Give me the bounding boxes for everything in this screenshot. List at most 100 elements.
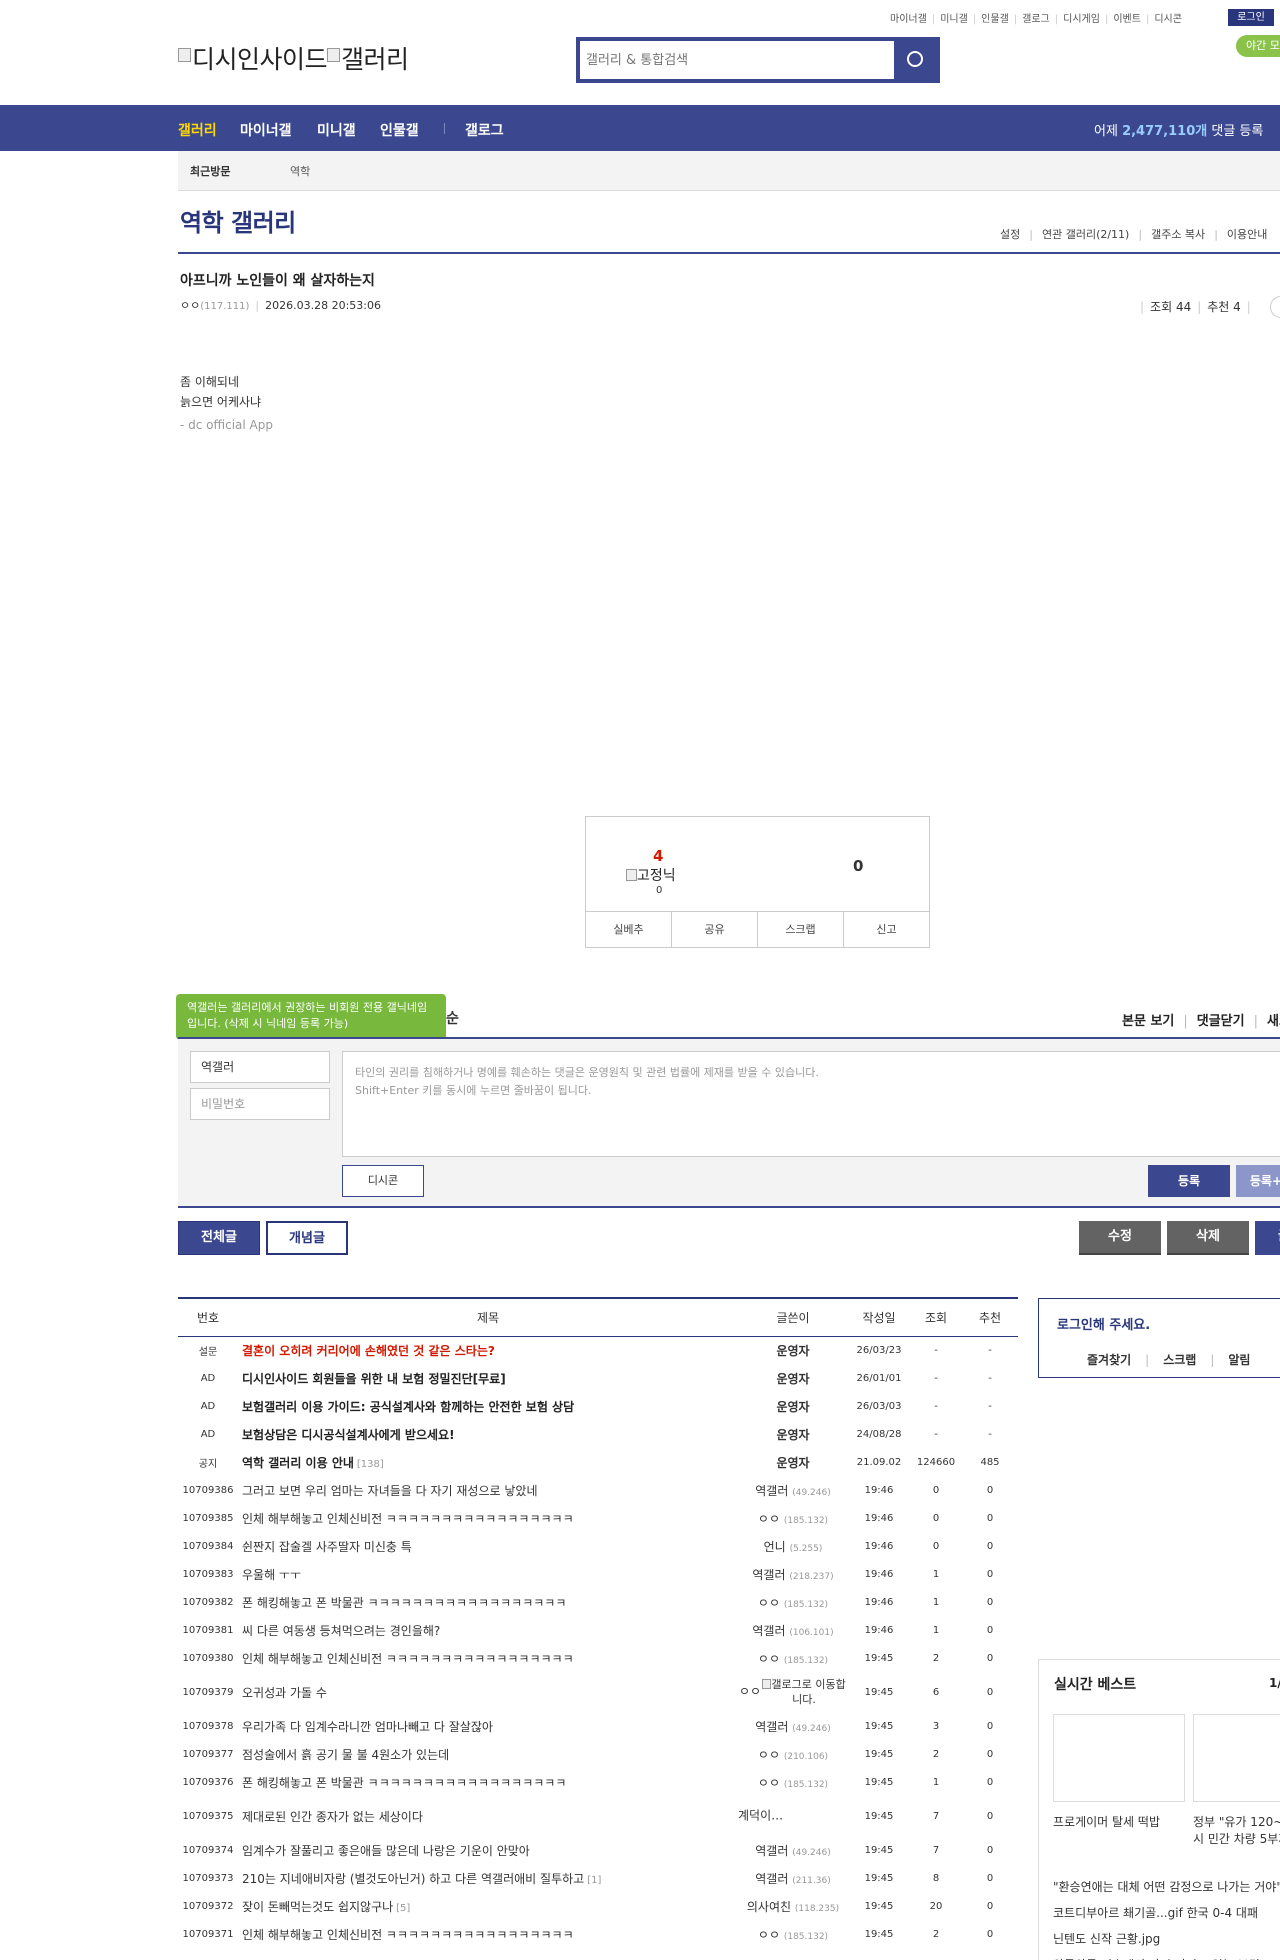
reply-count[interactable]: [138] <box>357 1459 384 1470</box>
top-nav-link[interactable]: 이벤트 <box>1113 14 1141 25</box>
table-row[interactable]: 10709372 잦이 돈빼먹는것도 쉽지않구나 [5] 의사여친 (118.235)… <box>178 1892 1018 1920</box>
post-title-link[interactable]: 인체 해부해놓고 인체신비전 ㅋㅋㅋㅋㅋㅋㅋㅋㅋㅋㅋㅋㅋㅋㅋㅋㅋ <box>242 1512 574 1526</box>
post-title-link[interactable]: 임계수가 잘풀리고 좋은애들 많은데 나랑은 기운이 안맞아 <box>242 1844 530 1858</box>
post-title-link[interactable]: 폰 해킹해놓고 폰 박물관 ㅋㅋㅋㅋㅋㅋㅋㅋㅋㅋㅋㅋㅋㅋㅋㅋㅋㅋ <box>242 1776 566 1790</box>
table-row[interactable]: AD 디시인사이드 회원들을 위한 내 보험 정밀진단[무료] 운영자 26/01/0… <box>178 1364 1018 1392</box>
post-title-link[interactable]: 보험상담은 디시공식설계사에게 받으세요! <box>242 1428 455 1442</box>
login-button[interactable]: 로그인 <box>1228 9 1274 26</box>
table-row[interactable]: 10709381 씨 다른 여동생 등쳐먹으려는 경인을해? 역갤러 (106.10… <box>178 1616 1018 1644</box>
scrap-tab[interactable]: 스크랩 <box>1163 1353 1196 1367</box>
post-writer[interactable]: ㅇㅇ (185.132) <box>738 1588 848 1616</box>
nav-gallog[interactable]: 갤로그 <box>465 120 504 140</box>
best-list-item[interactable]: 코트디부아르 쵀기골...gif 한국 0-4 대패 <box>1053 1900 1280 1926</box>
post-title-link[interactable]: 점성술에서 흙 공기 물 불 4원소가 있는데 <box>242 1748 449 1762</box>
table-row[interactable]: AD 보험갤러리 이용 가이드: 공식설계사와 함께하는 안전한 보험 상담 운영자… <box>178 1392 1018 1420</box>
best-thumbnail[interactable] <box>1053 1714 1185 1802</box>
table-row[interactable]: 10709383 우울해 ㅜㅜ 역갤러 (218.237) 19:46 1 0 <box>178 1560 1018 1588</box>
refresh-comments-button[interactable]: 새로고침 <box>1267 1014 1280 1029</box>
best-list-item[interactable]: 닌텐도 신작 근황.jpg <box>1053 1926 1280 1952</box>
post-writer[interactable]: 역갤러 (106.101) <box>738 1616 848 1644</box>
table-row[interactable]: 10709373 210는 지네애비자랑 (별것도아닌거) 하고 다른 역갤러애비… <box>178 1864 1018 1892</box>
writer-name[interactable]: ㅇㅇ <box>758 1512 780 1526</box>
table-row[interactable]: 10709371 인체 해부해놓고 인체신비전 ㅋㅋㅋㅋㅋㅋㅋㅋㅋㅋㅋㅋㅋㅋㅋㅋㅋ… <box>178 1920 1018 1948</box>
table-row[interactable]: 10709377 점성술에서 흙 공기 물 불 4원소가 있는데 ㅇㅇ (210.1… <box>178 1740 1018 1768</box>
table-row[interactable]: 10709375 제대로된 인간 종자가 없는 세상이다 계덕이갤로그로 이동합니다… <box>178 1796 1018 1836</box>
gallery-title[interactable]: 역학 갤러리 <box>180 203 296 238</box>
recent-visit-item[interactable]: 역학 <box>290 163 310 179</box>
table-row[interactable]: 10709380 인체 해부해놓고 인체신비전 ㅋㅋㅋㅋㅋㅋㅋㅋㅋㅋㅋㅋㅋㅋㅋㅋㅋ… <box>178 1644 1018 1672</box>
writer-name[interactable]: 운영자 <box>776 1400 809 1414</box>
delete-button[interactable]: 삭제 <box>1167 1221 1249 1255</box>
top-nav-link[interactable]: 디시콘 <box>1154 14 1182 25</box>
search-icon[interactable] <box>894 41 936 79</box>
post-title-cell[interactable]: 우울해 ㅜㅜ <box>238 1560 738 1588</box>
table-row[interactable]: 10709379 오귀성과 가돌 수 ㅇㅇ 갤로그로 이동합니다. 19:45 6 0 <box>178 1672 1018 1712</box>
report-button[interactable]: 신고 <box>844 912 929 947</box>
recommend-down-count[interactable]: 0 <box>853 857 863 875</box>
post-title-link[interactable]: 210는 지네애비자랑 (별것도아닌거) 하고 다른 역갤러애비 질투하고 <box>242 1872 584 1886</box>
top-nav-link[interactable]: 갤로그 <box>1022 14 1050 25</box>
nav-person-gallery[interactable]: 인물갤 <box>380 120 419 140</box>
post-writer[interactable]: 역갤러 (49.246) <box>738 1476 848 1504</box>
post-title-cell[interactable]: 보험상담은 디시공식설계사에게 받으세요! <box>238 1420 738 1448</box>
post-title-cell[interactable]: 역학 갤러리 이용 안내 [138] <box>238 1448 738 1476</box>
edit-button[interactable]: 수정 <box>1079 1221 1161 1255</box>
top-nav-link[interactable]: 디시게임 <box>1063 14 1100 25</box>
top-nav-link[interactable]: 인물갤 <box>981 14 1009 25</box>
post-title-link[interactable]: 인체 해부해놓고 인체신비전 ㅋㅋㅋㅋㅋㅋㅋㅋㅋㅋㅋㅋㅋㅋㅋㅋㅋ <box>242 1652 574 1666</box>
post-title-cell[interactable]: 보험갤러리 이용 가이드: 공식설계사와 함께하는 안전한 보험 상담 <box>238 1392 738 1420</box>
reply-count[interactable]: [1] <box>587 1875 601 1886</box>
reply-count[interactable]: [5] <box>396 1903 410 1914</box>
search-input[interactable] <box>586 46 896 74</box>
post-writer[interactable]: 운영자 <box>738 1448 848 1476</box>
post-writer[interactable]: ㅇㅇ (185.132) <box>738 1644 848 1672</box>
best-thumbnail[interactable] <box>1193 1714 1280 1802</box>
post-title-cell[interactable]: 디시인사이드 회원들을 위한 내 보험 정밀진단[무료] <box>238 1364 738 1392</box>
post-title-cell[interactable]: 인체 해부해놓고 인체신비전 ㅋㅋㅋㅋㅋㅋㅋㅋㅋㅋㅋㅋㅋㅋㅋㅋㅋ <box>238 1644 738 1672</box>
post-title-cell[interactable]: 결혼이 오히려 커리어에 손해였던 것 같은 스타는? <box>238 1336 738 1364</box>
table-row[interactable]: 설문 결혼이 오히려 커리어에 손해였던 것 같은 스타는? 운영자 26/03/23… <box>178 1336 1018 1364</box>
post-writer[interactable]: ㅇㅇ (185.132) <box>738 1920 848 1948</box>
table-row[interactable]: AD 보험상담은 디시공식설계사에게 받으세요! 운영자 24/08/28 - - <box>178 1420 1018 1448</box>
login-prompt[interactable]: 로그인해 주세요. <box>1057 1314 1150 1333</box>
post-writer[interactable]: 운영자 <box>738 1336 848 1364</box>
favorites-tab[interactable]: 즐겨찾기 <box>1087 1353 1131 1367</box>
writer-name[interactable]: 역갤러 <box>755 1872 788 1886</box>
gallery-tool-link[interactable]: 이용안내 <box>1227 228 1267 241</box>
table-row[interactable]: 10709382 폰 해킹해놓고 폰 박물관 ㅋㅋㅋㅋㅋㅋㅋㅋㅋㅋㅋㅋㅋㅋㅋㅋㅋㅋ… <box>178 1588 1018 1616</box>
post-title-link[interactable]: 우울해 ㅜㅜ <box>242 1568 301 1582</box>
post-title-cell[interactable]: 제대로된 인간 종자가 없는 세상이다 <box>238 1796 738 1836</box>
share-button[interactable]: 공유 <box>672 912 758 947</box>
concept-posts-button[interactable]: 개념글 <box>266 1221 348 1255</box>
post-writer[interactable]: 역갤러 (49.246) <box>738 1836 848 1864</box>
dccon-button[interactable]: 디시콘 <box>342 1165 424 1197</box>
comment-textarea[interactable]: 타인의 권리를 침해하거나 명예를 훼손하는 댓글은 운영원칙 및 관련 법률에… <box>342 1051 1280 1157</box>
top-nav-link[interactable]: 미니갤 <box>940 14 968 25</box>
post-writer[interactable]: ㅇㅇ (210.106) <box>738 1740 848 1768</box>
gallery-tool-link[interactable]: 갤주소 복사 <box>1151 228 1205 241</box>
nickname-field[interactable]: 역갤러 <box>190 1051 330 1083</box>
writer-name[interactable]: ㅇㅇ <box>758 1652 780 1666</box>
post-writer[interactable]: 역갤러 (211.36) <box>738 1864 848 1892</box>
view-body-button[interactable]: 본문 보기 <box>1122 1014 1174 1029</box>
table-row[interactable]: 10709376 폰 해킹해놓고 폰 박물관 ㅋㅋㅋㅋㅋㅋㅋㅋㅋㅋㅋㅋㅋㅋㅋㅋㅋㅋ… <box>178 1768 1018 1796</box>
password-field[interactable]: 비밀번호 <box>190 1088 330 1120</box>
writer-name[interactable]: 언니 <box>764 1540 786 1554</box>
gallery-tool-link[interactable]: 설정 <box>1000 228 1020 241</box>
real-best-button[interactable]: 실베추 <box>586 912 672 947</box>
recommend-up-button[interactable]: 고정닉 <box>626 865 676 885</box>
post-title-cell[interactable]: 잦이 돈빼먹는것도 쉽지않구나 [5] <box>238 1892 738 1920</box>
post-writer[interactable]: ㅇㅇ 갤로그로 이동합니다. <box>738 1672 848 1712</box>
notifications-tab[interactable]: 알림 <box>1228 1353 1250 1367</box>
post-title-link[interactable]: 그러고 보면 우리 엄마는 자녀들을 다 자기 재성으로 낳았네 <box>242 1484 537 1498</box>
site-logo[interactable]: 디시인사이드 갤러리 <box>178 40 409 76</box>
all-posts-button[interactable]: 전체글 <box>178 1221 260 1255</box>
post-title-cell[interactable]: 점성술에서 흙 공기 물 불 4원소가 있는데 <box>238 1740 738 1768</box>
post-title-link[interactable]: 쉰짠지 잡술겔 사주딸자 미신충 특 <box>242 1540 412 1554</box>
post-writer[interactable]: 언니 (5.255) <box>738 1532 848 1560</box>
post-title-cell[interactable]: 인체 해부해놓고 인체신비전 ㅋㅋㅋㅋㅋㅋㅋㅋㅋㅋㅋㅋㅋㅋㅋㅋㅋ <box>238 1504 738 1532</box>
submit-comment-button[interactable]: 등록 <box>1148 1165 1230 1197</box>
table-row[interactable]: 공지 역학 갤러리 이용 안내 [138] 운영자 21.09.02 124660 485 <box>178 1448 1018 1476</box>
post-title-cell[interactable]: 그러고 보면 우리 엄마는 자녀들을 다 자기 재성으로 낳았네 <box>238 1476 738 1504</box>
post-writer[interactable]: 운영자 <box>738 1364 848 1392</box>
